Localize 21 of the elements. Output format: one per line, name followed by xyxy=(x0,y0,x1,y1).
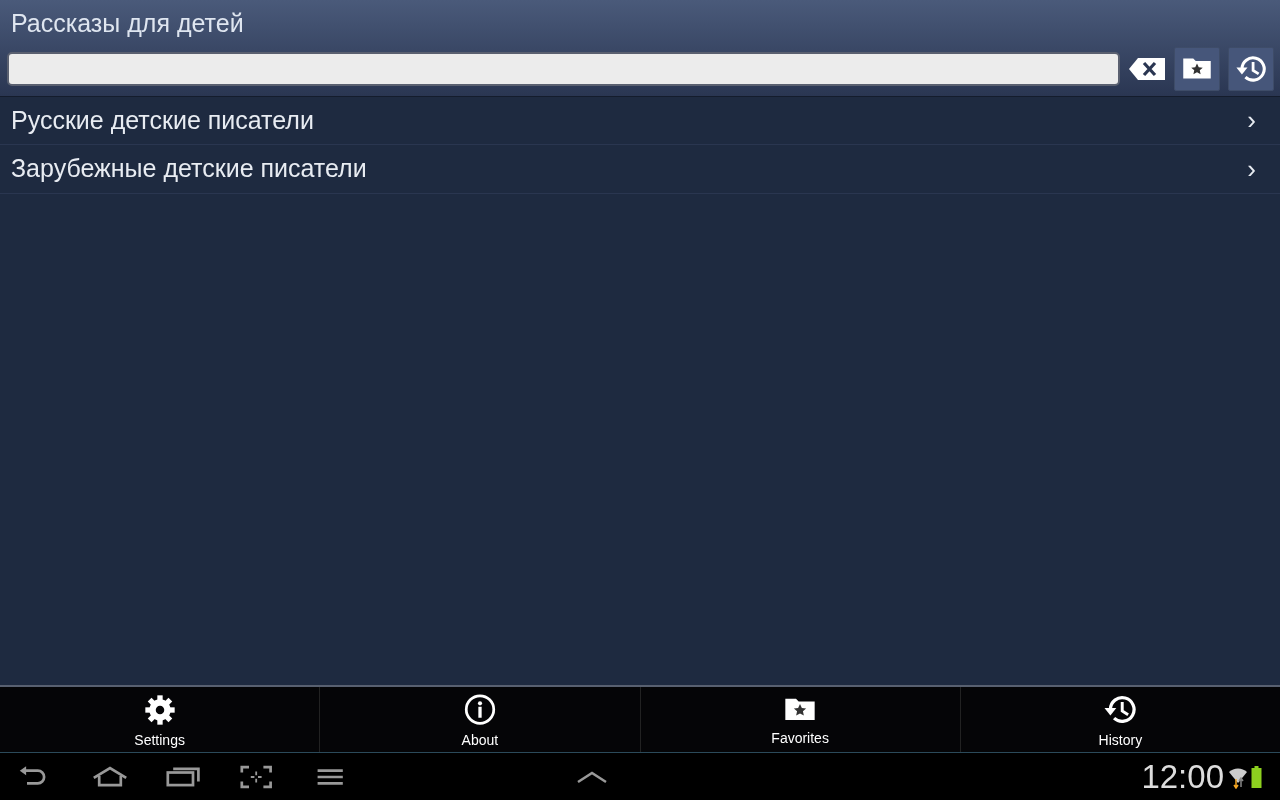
battery-icon xyxy=(1251,765,1262,788)
search-field[interactable] xyxy=(7,51,1120,86)
tab-button[interactable]: Settings xyxy=(0,687,321,752)
up-chevron-icon xyxy=(576,769,608,784)
list-item[interactable]: Русские детские писатели › xyxy=(0,96,1280,145)
list-item-label: Зарубежные детские писатели xyxy=(11,153,367,185)
info-icon xyxy=(462,693,497,726)
app-title: Рассказы для детей xyxy=(10,8,245,39)
list-item-label: Русские детские писатели xyxy=(11,104,314,136)
expand-button[interactable] xyxy=(576,769,608,784)
settings-icon xyxy=(143,693,176,726)
clock-time: 12:00 xyxy=(1141,756,1224,797)
favorites-button[interactable] xyxy=(1174,46,1220,91)
chevron-icon: › xyxy=(1247,101,1256,140)
list-item[interactable]: Зарубежные детские писатели › xyxy=(0,145,1280,194)
tab-button[interactable]: History xyxy=(960,687,1280,752)
tab-button[interactable]: About xyxy=(320,687,641,752)
tab-button[interactable]: Favorites xyxy=(640,687,961,752)
history-button[interactable] xyxy=(1228,46,1274,91)
chevron-icon: › xyxy=(1247,149,1256,189)
history-icon xyxy=(1103,693,1138,726)
